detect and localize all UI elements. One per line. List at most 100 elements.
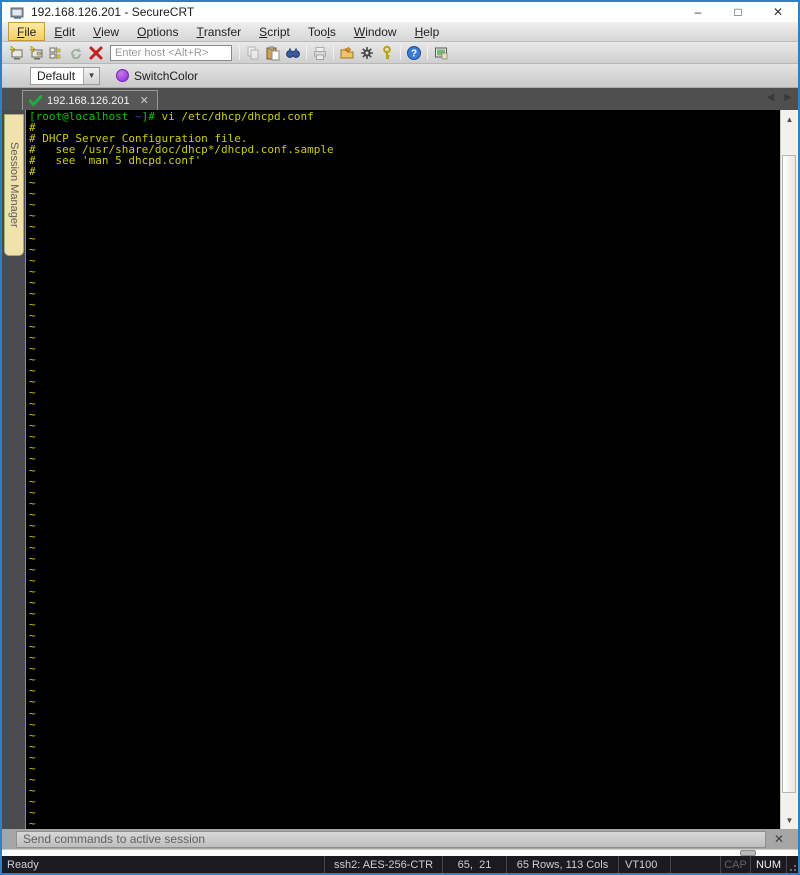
session-tab[interactable]: 192.168.126.201 ✕	[22, 90, 158, 110]
splitter-grip[interactable]	[740, 850, 756, 856]
firewall-combo-value: Default	[37, 68, 76, 83]
prompt-segment: [root@localhost	[29, 110, 135, 123]
resize-grip[interactable]	[786, 856, 798, 873]
menu-bar: File Edit View Options Transfer Script Too l s Wi…	[2, 22, 798, 42]
paste-icon[interactable]	[263, 44, 283, 62]
close-button[interactable]: ✕	[758, 2, 798, 22]
terminal-line: ~	[29, 540, 36, 554]
scrollbar-thumb[interactable]	[782, 155, 796, 793]
status-blank	[670, 856, 720, 873]
connect-in-tab-icon[interactable]	[46, 44, 66, 62]
terminal-line: ~	[29, 573, 36, 587]
menu-tools[interactable]: Too l s	[299, 22, 345, 41]
prompt-segment: vi /etc/dhcp/dhcpd.conf	[161, 110, 314, 123]
menu-file[interactable]: File	[8, 22, 46, 41]
window-title: 192.168.126.201 - SecureCRT	[31, 5, 195, 19]
terminal-line: ~	[29, 651, 36, 665]
prompt-segment: ]#	[141, 110, 162, 123]
toolbar-separator	[306, 45, 307, 60]
menu-edit[interactable]: Edit	[45, 22, 84, 41]
session-manager-strip: Session Manager	[2, 110, 26, 829]
terminal-line: ~	[29, 607, 36, 621]
session-manager-toggle-icon[interactable]	[431, 44, 451, 62]
title-bar: 192.168.126.201 - SecureCRT – □ ✕	[2, 2, 798, 22]
terminal-line: ~	[29, 585, 36, 599]
terminal-line: ~	[29, 286, 36, 300]
menu-script[interactable]: Script	[250, 22, 299, 41]
reconnect-icon[interactable]	[66, 44, 86, 62]
minimize-button[interactable]: –	[678, 2, 718, 22]
status-num-lock: NUM	[750, 856, 786, 873]
menu-view[interactable]: View	[84, 22, 128, 41]
prompt-segment: ~	[134, 110, 142, 123]
switchcolor-button[interactable]: SwitchColor	[112, 66, 202, 86]
terminal-line: ~	[29, 551, 36, 565]
terminal-line: ~	[29, 375, 36, 389]
command-window-close-icon[interactable]: ✕	[766, 832, 792, 846]
find-icon[interactable]	[283, 44, 303, 62]
terminal-screen[interactable]: [root@localhost ~]# vi /etc/dhcp/dhcpd.c…	[26, 110, 780, 829]
terminal-line: ~	[29, 253, 36, 267]
toolbar-separator	[239, 45, 240, 60]
scroll-up-icon[interactable]: ▲	[781, 111, 798, 127]
terminal-line: ~	[29, 364, 36, 378]
disconnect-icon[interactable]	[86, 44, 106, 62]
terminal-line: ~	[29, 330, 36, 344]
tab-scroll-left-icon[interactable]: ◀	[767, 92, 775, 103]
terminal-line: ~	[29, 750, 36, 764]
terminal-line: ~	[29, 408, 36, 422]
menu-window[interactable]: Window	[345, 22, 406, 41]
terminal-line: ~	[29, 452, 36, 466]
splitter	[2, 849, 798, 856]
terminal-line: ~	[29, 684, 36, 698]
connect-icon[interactable]	[26, 44, 46, 62]
session-options-icon[interactable]	[337, 44, 357, 62]
toolbar-separator	[333, 45, 334, 60]
menu-help[interactable]: Help	[406, 22, 449, 41]
menu-options[interactable]: Options	[128, 22, 187, 41]
terminal-line: ~	[29, 231, 36, 245]
quick-connect-icon[interactable]	[6, 44, 26, 62]
tab-close-icon[interactable]: ✕	[138, 94, 151, 107]
svg-text:?: ?	[411, 48, 417, 59]
host-input[interactable]	[110, 44, 232, 61]
scroll-down-icon[interactable]: ▼	[781, 812, 798, 828]
app-icon	[10, 7, 24, 19]
command-input[interactable]	[16, 830, 766, 848]
status-bar: Ready ssh2: AES-256-CTR 65, 21 65 Rows, …	[2, 856, 798, 873]
firewall-combo[interactable]: Default ▼	[30, 66, 101, 85]
terminal-line: ~	[29, 419, 36, 433]
terminal-line: ~	[29, 297, 36, 311]
terminal-line: ~	[29, 706, 36, 720]
status-emulation: VT100	[618, 856, 670, 873]
terminal-line: ~	[29, 319, 36, 333]
global-options-icon[interactable]	[357, 44, 377, 62]
manage-agent-keys-icon[interactable]	[377, 44, 397, 62]
terminal-line: [root@localhost ~]# vi /etc/dhcp/dhcpd.c…	[29, 111, 780, 122]
terminal-line: ~	[29, 562, 36, 576]
tab-bar: 192.168.126.201 ✕ ◀ ▶	[2, 88, 798, 110]
help-icon[interactable]: ?	[404, 44, 424, 62]
terminal-scrollbar[interactable]: ▲ ▼	[780, 110, 798, 829]
status-terminal-size: 65 Rows, 113 Cols	[506, 856, 618, 873]
print-icon[interactable]	[310, 44, 330, 62]
terminal-line: ~	[29, 618, 36, 632]
toolbar-separator	[400, 45, 401, 60]
chevron-down-icon[interactable]: ▼	[83, 67, 100, 84]
terminal-line: ~	[29, 695, 36, 709]
maximize-button[interactable]: □	[718, 2, 758, 22]
tab-scroll-right-icon[interactable]: ▶	[784, 92, 792, 103]
menu-transfer[interactable]: Transfer	[187, 22, 250, 41]
terminal-line: ~	[29, 794, 36, 808]
copy-icon[interactable]	[243, 44, 263, 62]
purple-circle-icon	[116, 69, 130, 82]
terminal-line: ~	[29, 761, 36, 775]
session-manager-tab[interactable]: Session Manager	[4, 114, 24, 256]
terminal-line: ~	[29, 474, 36, 488]
terminal-line: ~	[29, 386, 36, 400]
terminal-line: ~	[29, 640, 36, 654]
terminal-line: ~	[29, 209, 36, 223]
tab-scroll-buttons: ◀ ▶	[767, 92, 792, 103]
terminal-line: ~	[29, 397, 36, 411]
terminal-line: ~	[29, 805, 36, 819]
